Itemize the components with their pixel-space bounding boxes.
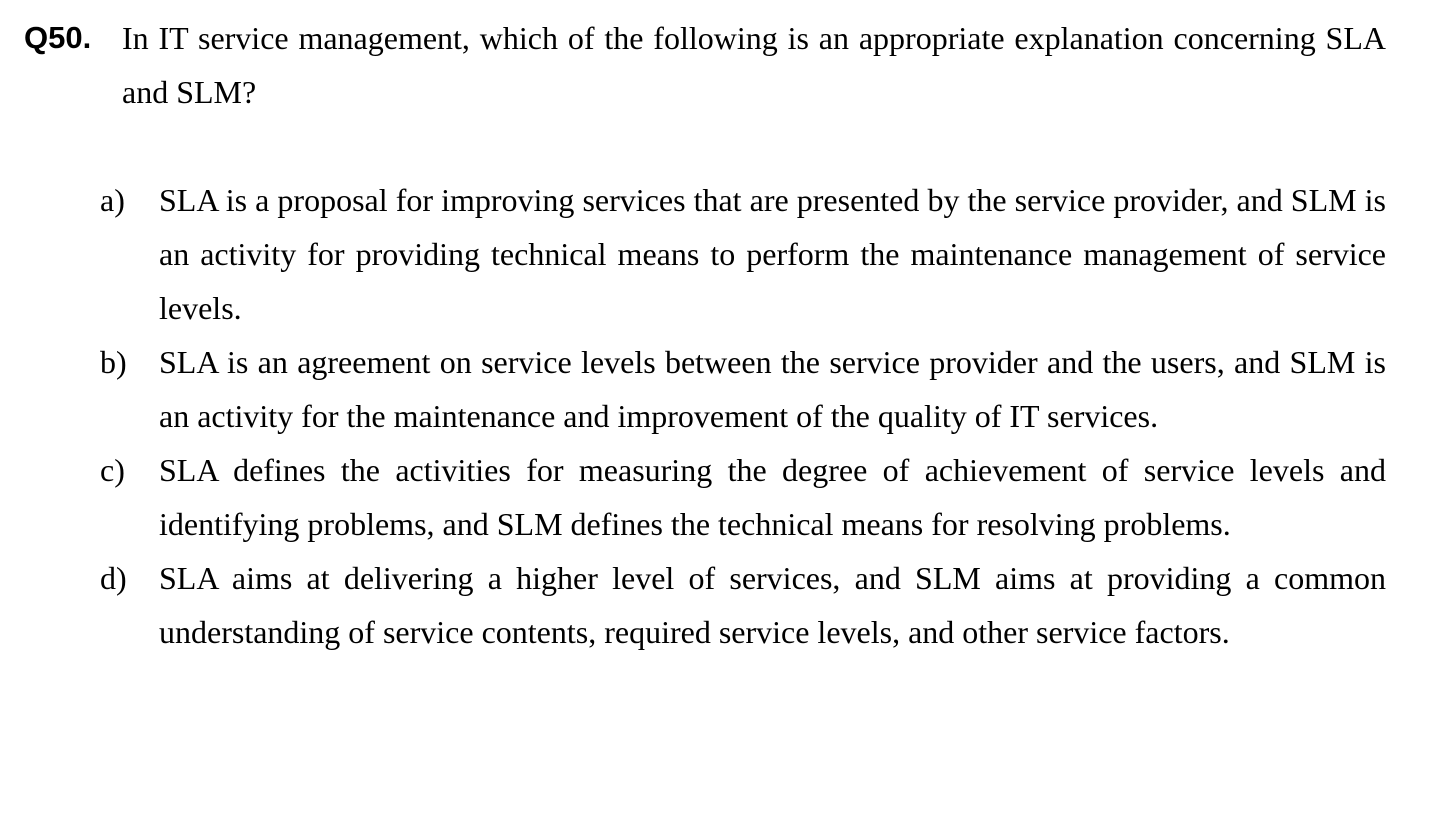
question-number: Q50. — [24, 20, 92, 55]
answer-options: a) SLA is a proposal for improving servi… — [100, 173, 1386, 659]
option-letter: c) — [100, 452, 125, 488]
option-letter: b) — [100, 344, 127, 380]
option-b: b) SLA is an agreement on service levels… — [100, 335, 1386, 443]
option-text: SLA defines the activities for measuring… — [159, 452, 1386, 542]
question-block: Q50. In IT service management, which of … — [24, 11, 1386, 119]
option-c: c) SLA defines the activities for measur… — [100, 443, 1386, 551]
option-d: d) SLA aims at delivering a higher level… — [100, 551, 1386, 659]
option-text: SLA is a proposal for improving services… — [159, 182, 1386, 326]
option-letter: d) — [100, 560, 127, 596]
option-a: a) SLA is a proposal for improving servi… — [100, 173, 1386, 335]
question-text: In IT service management, which of the f… — [122, 20, 1386, 110]
option-text: SLA aims at delivering a higher level of… — [159, 560, 1386, 650]
option-text: SLA is an agreement on service levels be… — [159, 344, 1386, 434]
exam-page: Q50. In IT service management, which of … — [0, 0, 1450, 838]
option-letter: a) — [100, 182, 125, 218]
